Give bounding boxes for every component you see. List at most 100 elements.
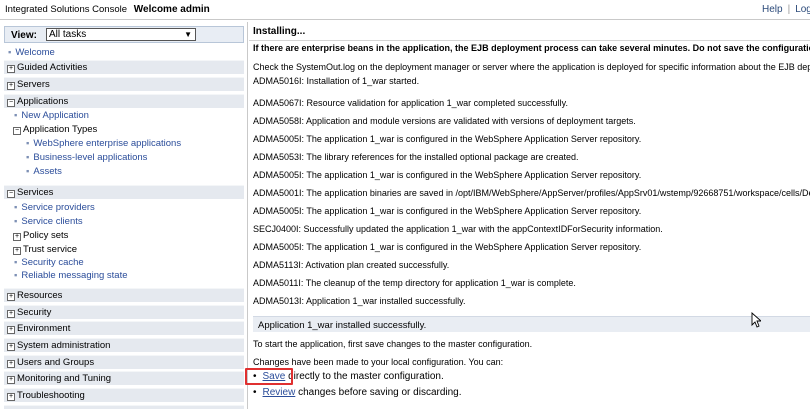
check-log-text: Check the SystemOut.log on the deploymen… bbox=[253, 62, 810, 72]
nav-item-label: Service providers bbox=[21, 202, 95, 213]
nav-category-label: Security bbox=[17, 307, 52, 318]
expand-icon[interactable]: + bbox=[7, 326, 15, 334]
nav-item-service-clients[interactable]: ▪ Service clients bbox=[14, 215, 247, 229]
nav-category-label: Troubleshooting bbox=[17, 390, 85, 401]
nav-item-trust-service[interactable]: + Trust service bbox=[10, 243, 247, 257]
nav-item-label: Policy sets bbox=[23, 230, 69, 241]
nav-category-label: Environment bbox=[17, 323, 71, 334]
nav-category-label: Users and Groups bbox=[17, 357, 95, 368]
navigation-panel: View: All tasks ▼ ▪ Welcome + Guided Activ… bbox=[0, 22, 248, 409]
nav-item-service-providers[interactable]: ▪ Service providers bbox=[14, 201, 247, 215]
logout-link[interactable]: Log bbox=[795, 4, 810, 15]
nav-item-label: Application Types bbox=[23, 124, 98, 135]
expand-icon[interactable]: + bbox=[7, 360, 15, 368]
expand-icon[interactable]: + bbox=[7, 310, 15, 318]
ejb-warning: If there are enterprise beans in the app… bbox=[253, 43, 810, 53]
install-message-line: ADMA5005I: The application 1_war is conf… bbox=[253, 134, 642, 144]
success-message: Application 1_war installed successfully… bbox=[258, 320, 427, 331]
to-start-text: To start the application, first save cha… bbox=[253, 339, 533, 349]
install-message-line: ADMA5053I: The library references for th… bbox=[253, 152, 579, 162]
review-link[interactable]: Review bbox=[263, 387, 296, 398]
nav-item-reliable-messaging[interactable]: ▪ Reliable messaging state bbox=[14, 269, 247, 283]
expand-icon[interactable]: + bbox=[7, 393, 15, 401]
nav-item-new-application[interactable]: ▪ New Application bbox=[14, 109, 247, 123]
nav-category-partial bbox=[4, 405, 244, 409]
nav-category-system-administration[interactable]: + System administration bbox=[4, 338, 244, 352]
expand-icon[interactable]: + bbox=[13, 247, 21, 255]
expand-icon[interactable]: + bbox=[7, 293, 15, 301]
nav-item-security-cache[interactable]: ▪ Security cache bbox=[14, 256, 247, 270]
nav-item-label: WebSphere enterprise applications bbox=[33, 138, 182, 149]
main-content: Installing... If there are enterprise be… bbox=[249, 22, 810, 409]
changes-made-text: Changes have been made to your local con… bbox=[253, 357, 504, 367]
view-select-value: All tasks bbox=[49, 29, 87, 40]
nav-category-label: Services bbox=[17, 187, 54, 198]
install-message-line: ADMA5005I: The application 1_war is conf… bbox=[253, 206, 642, 216]
expand-icon[interactable]: + bbox=[7, 82, 15, 90]
nav-category-environment[interactable]: + Environment bbox=[4, 321, 244, 335]
nav-category-troubleshooting[interactable]: + Troubleshooting bbox=[4, 388, 244, 402]
nav-category-users-groups[interactable]: + Users and Groups bbox=[4, 355, 244, 369]
nav-item-label: New Application bbox=[21, 110, 89, 121]
nav-item-label: Business-level applications bbox=[33, 152, 148, 163]
nav-category-label: System administration bbox=[17, 340, 111, 351]
top-bar: Integrated Solutions Console Welcome adm… bbox=[0, 0, 810, 20]
view-select[interactable]: All tasks ▼ bbox=[46, 28, 196, 41]
expand-icon[interactable]: + bbox=[7, 65, 15, 73]
nav-category-security[interactable]: + Security bbox=[4, 305, 244, 319]
header-links: Help | Log bbox=[762, 4, 810, 15]
nav-item-websphere-apps[interactable]: ▪ WebSphere enterprise applications bbox=[26, 137, 247, 151]
mouse-cursor-icon bbox=[751, 312, 761, 328]
install-message-line: ADMA5001I: The application binaries are … bbox=[253, 188, 810, 198]
divider bbox=[249, 40, 810, 41]
expand-icon[interactable]: + bbox=[13, 233, 21, 241]
nav-category-applications[interactable]: − Applications bbox=[4, 94, 244, 108]
collapse-icon[interactable]: − bbox=[13, 127, 21, 135]
install-message-line: ADMA5011I: The cleanup of the temp direc… bbox=[253, 278, 576, 288]
install-message-line: ADMA5113I: Activation plan created succe… bbox=[253, 260, 450, 270]
nav-category-label: Applications bbox=[17, 96, 69, 107]
bullet-icon: ▪ bbox=[14, 216, 18, 227]
nav-item-policy-sets[interactable]: + Policy sets bbox=[10, 229, 247, 243]
nav-item-label: Service clients bbox=[21, 216, 83, 227]
nav-item-business-apps[interactable]: ▪ Business-level applications bbox=[26, 151, 247, 165]
nav-item-label: Trust service bbox=[23, 244, 78, 255]
nav-category-monitoring[interactable]: + Monitoring and Tuning bbox=[4, 371, 244, 385]
nav-item-label: Assets bbox=[33, 166, 62, 177]
review-option: • Review changes before saving or discard… bbox=[253, 387, 462, 398]
install-message-line: ADMA5067I: Resource validation for appli… bbox=[253, 98, 568, 108]
install-message-line: SECJ0400I: Successfully updated the appl… bbox=[253, 224, 663, 234]
nav-category-label: Servers bbox=[17, 79, 50, 90]
save-rest-text: directly to the master configuration. bbox=[285, 371, 444, 382]
install-message-line: ADMA5013I: Application 1_war installed s… bbox=[253, 296, 466, 306]
nav-category-label: Resources bbox=[17, 290, 63, 301]
collapse-icon[interactable]: − bbox=[7, 190, 15, 198]
welcome-user: Welcome admin bbox=[133, 4, 210, 15]
bullet-icon: ▪ bbox=[26, 138, 30, 149]
expand-icon[interactable]: + bbox=[7, 376, 15, 384]
chevron-down-icon: ▼ bbox=[184, 30, 192, 39]
review-rest-text: changes before saving or discarding. bbox=[295, 387, 462, 398]
view-filter-bar: View: All tasks ▼ bbox=[4, 26, 244, 43]
nav-item-welcome[interactable]: ▪ Welcome bbox=[4, 46, 244, 60]
nav-category-resources[interactable]: + Resources bbox=[4, 288, 244, 302]
nav-item-application-types[interactable]: − Application Types bbox=[10, 123, 247, 137]
bullet-icon: ▪ bbox=[26, 166, 30, 177]
bullet-icon: • bbox=[253, 387, 257, 398]
nav-category-servers[interactable]: + Servers bbox=[4, 77, 244, 91]
nav-category-label: Monitoring and Tuning bbox=[17, 373, 112, 384]
expand-icon[interactable]: + bbox=[7, 343, 15, 351]
install-message-line: ADMA5016I: Installation of 1_war started… bbox=[253, 76, 420, 86]
collapse-icon[interactable]: − bbox=[7, 99, 15, 107]
header-separator: | bbox=[787, 4, 791, 15]
success-banner: Application 1_war installed successfully… bbox=[253, 316, 810, 332]
bullet-icon: ▪ bbox=[14, 257, 18, 268]
nav-category-services[interactable]: − Services bbox=[4, 185, 244, 199]
install-message-line: ADMA5058I: Application and module versio… bbox=[253, 116, 636, 126]
help-link[interactable]: Help bbox=[762, 4, 783, 15]
nav-category-guided-activities[interactable]: + Guided Activities bbox=[4, 60, 244, 74]
nav-item-assets[interactable]: ▪ Assets bbox=[26, 165, 247, 179]
nav-item-label: Reliable messaging state bbox=[21, 270, 128, 281]
bullet-icon: ▪ bbox=[14, 270, 18, 281]
nav-item-welcome-label: Welcome bbox=[15, 47, 55, 58]
